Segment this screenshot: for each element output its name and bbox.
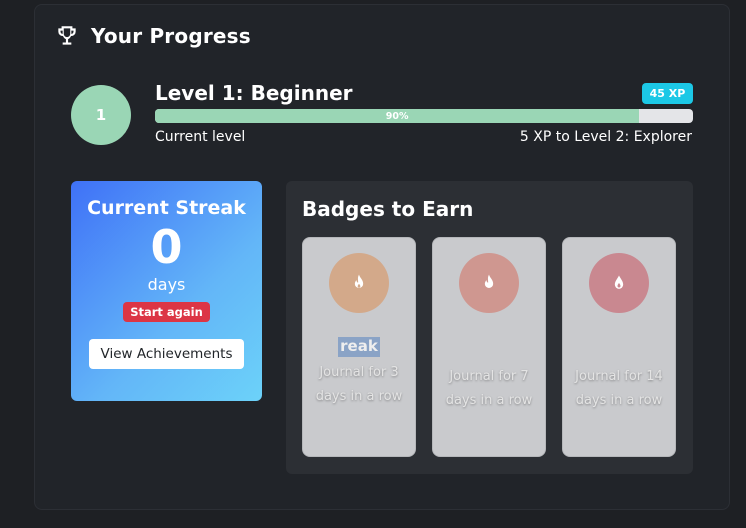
trophy-icon — [58, 26, 76, 45]
badge-name — [617, 337, 621, 357]
badge-icon-circle — [589, 253, 649, 313]
view-achievements-button[interactable]: View Achievements — [89, 339, 244, 369]
badges-title: Badges to Earn — [302, 197, 474, 221]
level-title: Level 1: Beginner — [155, 81, 353, 105]
badge-icon-circle — [459, 253, 519, 313]
progress-panel: Your Progress 1 Level 1: Beginner 45 XP … — [34, 4, 730, 510]
badge-description: Journal for 14 days in a row — [575, 369, 663, 408]
badges-panel: Badges to Earn reak Journal for 3 days i… — [286, 181, 693, 474]
level-progress-fill: 90% — [155, 109, 640, 123]
page-title: Your Progress — [91, 24, 251, 48]
badge-card[interactable]: reak Journal for 3 days in a row — [302, 237, 416, 457]
xp-badge: 45 XP — [642, 83, 693, 104]
streak-count: 0 — [150, 220, 183, 274]
next-level-label: 5 XP to Level 2: Explorer — [519, 129, 692, 145]
current-level-label: Current level — [155, 129, 246, 145]
drop-icon — [614, 275, 624, 289]
badge-description: Journal for 7 days in a row — [445, 369, 533, 408]
header: Your Progress — [54, 23, 251, 49]
streak-title: Current Streak — [87, 197, 246, 219]
badge-name — [487, 337, 491, 357]
level-avatar: 1 — [71, 85, 131, 145]
fire-icon — [484, 274, 494, 288]
badge-card[interactable]: Journal for 14 days in a row — [562, 237, 676, 457]
streak-status-badge: Start again — [123, 302, 210, 322]
level-progress-bar: 90% — [155, 109, 693, 123]
badge-card[interactable]: Journal for 7 days in a row — [432, 237, 546, 457]
streak-card: Current Streak 0 days Start again View A… — [71, 181, 262, 401]
streak-unit: days — [147, 275, 186, 294]
badge-name: reak — [338, 337, 380, 357]
badge-icon-circle — [329, 253, 389, 313]
badge-description: Journal for 3 days in a row — [315, 365, 403, 404]
fire-icon — [354, 274, 364, 288]
